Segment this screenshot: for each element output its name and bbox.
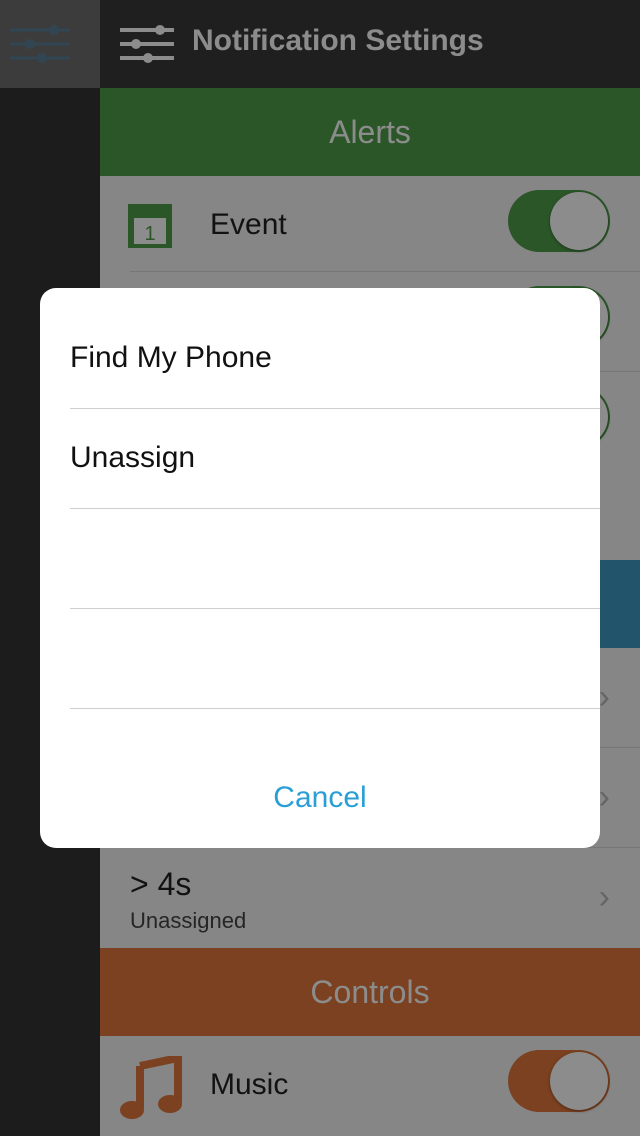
action-empty-2[interactable] [70,608,600,709]
action-unassign[interactable]: Unassign [70,408,600,509]
action-label: Unassign [70,441,196,474]
action-empty-1[interactable] [70,508,600,609]
action-label: Find My Phone [70,341,272,374]
action-find-my-phone[interactable]: Find My Phone [70,308,600,409]
action-sheet: Find My Phone Unassign Cancel [40,288,600,848]
cancel-button[interactable]: Cancel [40,750,600,846]
